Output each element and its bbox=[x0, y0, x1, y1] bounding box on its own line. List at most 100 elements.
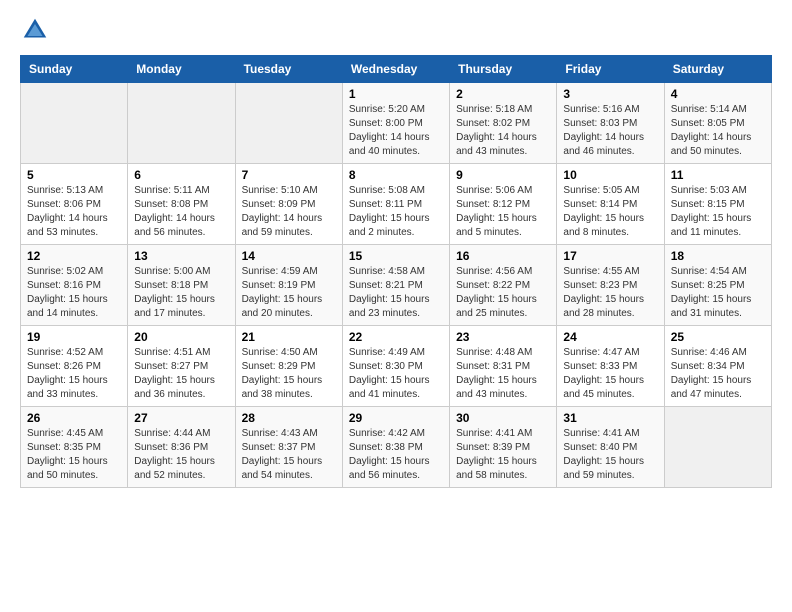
calendar-cell: 23 Sunrise: 4:48 AMSunset: 8:31 PMDayligh… bbox=[450, 326, 557, 407]
calendar-cell: 16Sunrise: 4:56 AMSunset: 8:22 PMDayligh… bbox=[450, 245, 557, 326]
weekday-header: Friday bbox=[557, 56, 664, 83]
day-info: Sunrise: 4:50 AMSunset: 8:29 PMDaylight:… bbox=[242, 346, 336, 402]
calendar-cell: 7Sunrise: 5:10 AMSunset: 8:09 PMDaylight… bbox=[235, 164, 342, 245]
weekday-header: Tuesday bbox=[235, 56, 342, 83]
day-info: Sunrise: 4:52 AMSunset: 8:26 PMDaylight:… bbox=[27, 346, 121, 402]
day-info: Sunrise: 4:45 AMSunset: 8:35 PMDaylight:… bbox=[27, 427, 121, 483]
weekday-header: Saturday bbox=[664, 56, 771, 83]
day-number: 17 bbox=[563, 249, 657, 263]
day-info: Sunrise: 5:14 AMSunset: 8:05 PMDaylight:… bbox=[671, 103, 765, 159]
day-number: 8 bbox=[349, 168, 443, 182]
calendar-cell: 21 Sunrise: 4:50 AMSunset: 8:29 PMDayligh… bbox=[235, 326, 342, 407]
calendar-cell: 27 Sunrise: 4:44 AMSunset: 8:36 PMDayligh… bbox=[128, 407, 235, 488]
calendar-cell: 13 Sunrise: 5:00 AMSunset: 8:18 PMDayligh… bbox=[128, 245, 235, 326]
day-info: Sunrise: 4:41 AMSunset: 8:39 PMDaylight:… bbox=[456, 427, 550, 483]
weekday-header: Thursday bbox=[450, 56, 557, 83]
day-info: Sunrise: 4:54 AMSunset: 8:25 PMDaylight:… bbox=[671, 265, 765, 321]
day-number: 12 bbox=[27, 249, 121, 263]
day-number: 29 bbox=[349, 411, 443, 425]
day-number: 10 bbox=[563, 168, 657, 182]
day-number: 18 bbox=[671, 249, 765, 263]
calendar-cell: 15Sunrise: 4:58 AMSunset: 8:21 PMDayligh… bbox=[342, 245, 449, 326]
page-header bbox=[0, 0, 792, 55]
weekday-header: Wednesday bbox=[342, 56, 449, 83]
day-info: Sunrise: 4:51 AMSunset: 8:27 PMDaylight:… bbox=[134, 346, 228, 402]
calendar-cell bbox=[664, 407, 771, 488]
day-info: Sunrise: 4:43 AMSunset: 8:37 PMDaylight:… bbox=[242, 427, 336, 483]
day-info: Sunrise: 5:00 AMSunset: 8:18 PMDaylight:… bbox=[134, 265, 228, 321]
day-info: Sunrise: 4:55 AMSunset: 8:23 PMDaylight:… bbox=[563, 265, 657, 321]
day-number: 26 bbox=[27, 411, 121, 425]
calendar-cell: 18 Sunrise: 4:54 AMSunset: 8:25 PMDayligh… bbox=[664, 245, 771, 326]
day-number: 14 bbox=[242, 249, 336, 263]
day-number: 9 bbox=[456, 168, 550, 182]
day-number: 21 bbox=[242, 330, 336, 344]
calendar-cell: 31 Sunrise: 4:41 AMSunset: 8:40 PMDayligh… bbox=[557, 407, 664, 488]
day-info: Sunrise: 5:02 AMSunset: 8:16 PMDaylight:… bbox=[27, 265, 121, 321]
logo-icon bbox=[20, 15, 50, 45]
day-info: Sunrise: 5:03 AMSunset: 8:15 PMDaylight:… bbox=[671, 184, 765, 240]
day-info: Sunrise: 5:13 AMSunset: 8:06 PMDaylight:… bbox=[27, 184, 121, 240]
day-number: 25 bbox=[671, 330, 765, 344]
calendar-cell bbox=[21, 83, 128, 164]
day-number: 5 bbox=[27, 168, 121, 182]
day-number: 1 bbox=[349, 87, 443, 101]
calendar-cell: 5 Sunrise: 5:13 AMSunset: 8:06 PMDaylight… bbox=[21, 164, 128, 245]
calendar-cell: 12 Sunrise: 5:02 AMSunset: 8:16 PMDayligh… bbox=[21, 245, 128, 326]
day-info: Sunrise: 5:10 AMSunset: 8:09 PMDaylight:… bbox=[242, 184, 336, 240]
calendar-cell: 20 Sunrise: 4:51 AMSunset: 8:27 PMDayligh… bbox=[128, 326, 235, 407]
calendar-cell: 14 Sunrise: 4:59 AMSunset: 8:19 PMDayligh… bbox=[235, 245, 342, 326]
day-info: Sunrise: 4:46 AMSunset: 8:34 PMDaylight:… bbox=[671, 346, 765, 402]
day-number: 28 bbox=[242, 411, 336, 425]
logo bbox=[20, 15, 52, 45]
day-number: 27 bbox=[134, 411, 228, 425]
calendar-cell: 17 Sunrise: 4:55 AMSunset: 8:23 PMDayligh… bbox=[557, 245, 664, 326]
calendar-cell bbox=[235, 83, 342, 164]
day-number: 30 bbox=[456, 411, 550, 425]
day-number: 19 bbox=[27, 330, 121, 344]
day-info: Sunrise: 4:42 AMSunset: 8:38 PMDaylight:… bbox=[349, 427, 443, 483]
day-number: 13 bbox=[134, 249, 228, 263]
calendar-cell: 22Sunrise: 4:49 AMSunset: 8:30 PMDayligh… bbox=[342, 326, 449, 407]
calendar-cell: 24Sunrise: 4:47 AMSunset: 8:33 PMDayligh… bbox=[557, 326, 664, 407]
calendar-cell: 1 Sunrise: 5:20 AMSunset: 8:00 PMDaylight… bbox=[342, 83, 449, 164]
day-number: 31 bbox=[563, 411, 657, 425]
day-number: 20 bbox=[134, 330, 228, 344]
day-info: Sunrise: 5:06 AMSunset: 8:12 PMDaylight:… bbox=[456, 184, 550, 240]
calendar-cell: 26 Sunrise: 4:45 AMSunset: 8:35 PMDayligh… bbox=[21, 407, 128, 488]
calendar-cell: 29 Sunrise: 4:42 AMSunset: 8:38 PMDayligh… bbox=[342, 407, 449, 488]
calendar-cell: 2 Sunrise: 5:18 AMSunset: 8:02 PMDaylight… bbox=[450, 83, 557, 164]
day-number: 4 bbox=[671, 87, 765, 101]
weekday-header: Monday bbox=[128, 56, 235, 83]
calendar-wrapper: SundayMondayTuesdayWednesdayThursdayFrid… bbox=[0, 55, 792, 498]
calendar-cell: 9 Sunrise: 5:06 AMSunset: 8:12 PMDaylight… bbox=[450, 164, 557, 245]
day-info: Sunrise: 4:59 AMSunset: 8:19 PMDaylight:… bbox=[242, 265, 336, 321]
day-number: 23 bbox=[456, 330, 550, 344]
day-info: Sunrise: 5:18 AMSunset: 8:02 PMDaylight:… bbox=[456, 103, 550, 159]
calendar-cell: 11Sunrise: 5:03 AMSunset: 8:15 PMDayligh… bbox=[664, 164, 771, 245]
calendar-cell: 4 Sunrise: 5:14 AMSunset: 8:05 PMDaylight… bbox=[664, 83, 771, 164]
day-info: Sunrise: 4:48 AMSunset: 8:31 PMDaylight:… bbox=[456, 346, 550, 402]
day-info: Sunrise: 5:08 AMSunset: 8:11 PMDaylight:… bbox=[349, 184, 443, 240]
day-number: 16 bbox=[456, 249, 550, 263]
calendar-cell: 19 Sunrise: 4:52 AMSunset: 8:26 PMDayligh… bbox=[21, 326, 128, 407]
weekday-header: Sunday bbox=[21, 56, 128, 83]
calendar-table: SundayMondayTuesdayWednesdayThursdayFrid… bbox=[20, 55, 772, 488]
day-info: Sunrise: 5:20 AMSunset: 8:00 PMDaylight:… bbox=[349, 103, 443, 159]
calendar-cell bbox=[128, 83, 235, 164]
day-number: 2 bbox=[456, 87, 550, 101]
day-number: 15 bbox=[349, 249, 443, 263]
day-info: Sunrise: 5:16 AMSunset: 8:03 PMDaylight:… bbox=[563, 103, 657, 159]
day-info: Sunrise: 4:44 AMSunset: 8:36 PMDaylight:… bbox=[134, 427, 228, 483]
calendar-cell: 3 Sunrise: 5:16 AMSunset: 8:03 PMDaylight… bbox=[557, 83, 664, 164]
calendar-cell: 30 Sunrise: 4:41 AMSunset: 8:39 PMDayligh… bbox=[450, 407, 557, 488]
day-number: 6 bbox=[134, 168, 228, 182]
day-number: 24 bbox=[563, 330, 657, 344]
day-number: 22 bbox=[349, 330, 443, 344]
calendar-cell: 6Sunrise: 5:11 AMSunset: 8:08 PMDaylight… bbox=[128, 164, 235, 245]
day-number: 3 bbox=[563, 87, 657, 101]
calendar-cell: 10Sunrise: 5:05 AMSunset: 8:14 PMDayligh… bbox=[557, 164, 664, 245]
calendar-cell: 28 Sunrise: 4:43 AMSunset: 8:37 PMDayligh… bbox=[235, 407, 342, 488]
calendar-cell: 25 Sunrise: 4:46 AMSunset: 8:34 PMDayligh… bbox=[664, 326, 771, 407]
day-info: Sunrise: 4:41 AMSunset: 8:40 PMDaylight:… bbox=[563, 427, 657, 483]
